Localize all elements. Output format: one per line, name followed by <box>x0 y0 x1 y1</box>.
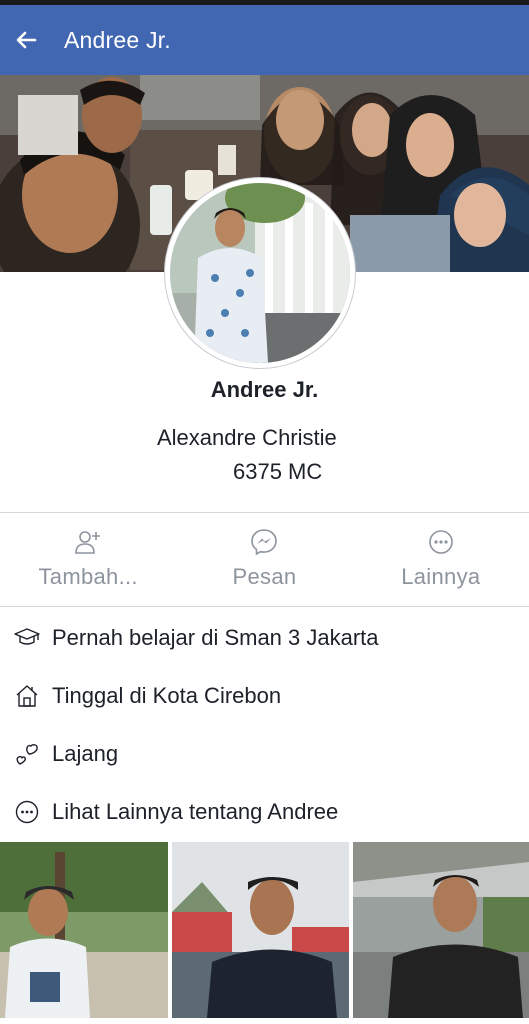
photo-grid <box>0 840 529 1024</box>
add-friend-icon <box>75 531 101 554</box>
add-friend-button[interactable]: Tambah... <box>0 514 176 606</box>
message-label: Pesan <box>232 564 297 589</box>
messenger-icon <box>251 529 278 556</box>
info-location-text: Tinggal di Kota Cirebon <box>52 683 282 708</box>
bio-line-1: Alexandre Christie <box>157 425 337 450</box>
more-icon <box>429 530 453 554</box>
profile-actions: Tambah... Pesan Lainnya <box>0 514 529 606</box>
profile-picture[interactable] <box>164 177 356 369</box>
info-education[interactable]: Pernah belajar di Sman 3 Jakarta <box>0 609 529 667</box>
photo-thumbnail[interactable] <box>172 842 349 1018</box>
arrow-left-icon <box>16 31 37 49</box>
see-more-about-text: Lihat Lainnya tentang Andree <box>52 799 339 824</box>
graduation-cap-icon <box>14 625 40 651</box>
info-relationship[interactable]: Lajang <box>0 725 529 783</box>
divider <box>0 606 529 607</box>
back-button[interactable] <box>0 5 52 75</box>
message-button[interactable]: Pesan <box>176 514 352 606</box>
profile-name: Andree Jr. <box>210 377 319 402</box>
more-icon <box>14 799 40 825</box>
see-more-about[interactable]: Lihat Lainnya tentang Andree <box>0 783 529 841</box>
divider <box>0 512 529 513</box>
intro-list: Pernah belajar di Sman 3 Jakarta Tinggal… <box>0 609 529 841</box>
more-button[interactable]: Lainnya <box>353 514 529 606</box>
top-app-bar: Andree Jr. <box>0 5 529 75</box>
profile-picture-image <box>170 183 350 363</box>
info-education-text: Pernah belajar di Sman 3 Jakarta <box>52 625 379 650</box>
home-icon <box>14 683 40 709</box>
photo-thumbnail[interactable] <box>353 842 529 1018</box>
hearts-icon <box>14 741 40 767</box>
add-friend-label: Tambah... <box>38 564 138 589</box>
photo-thumbnail[interactable] <box>0 842 168 1018</box>
header-title: Andree Jr. <box>64 26 171 53</box>
more-label: Lainnya <box>401 564 481 589</box>
bio-line-2: 6375 MC <box>233 459 323 484</box>
info-location[interactable]: Tinggal di Kota Cirebon <box>0 667 529 725</box>
info-relationship-text: Lajang <box>52 741 119 766</box>
